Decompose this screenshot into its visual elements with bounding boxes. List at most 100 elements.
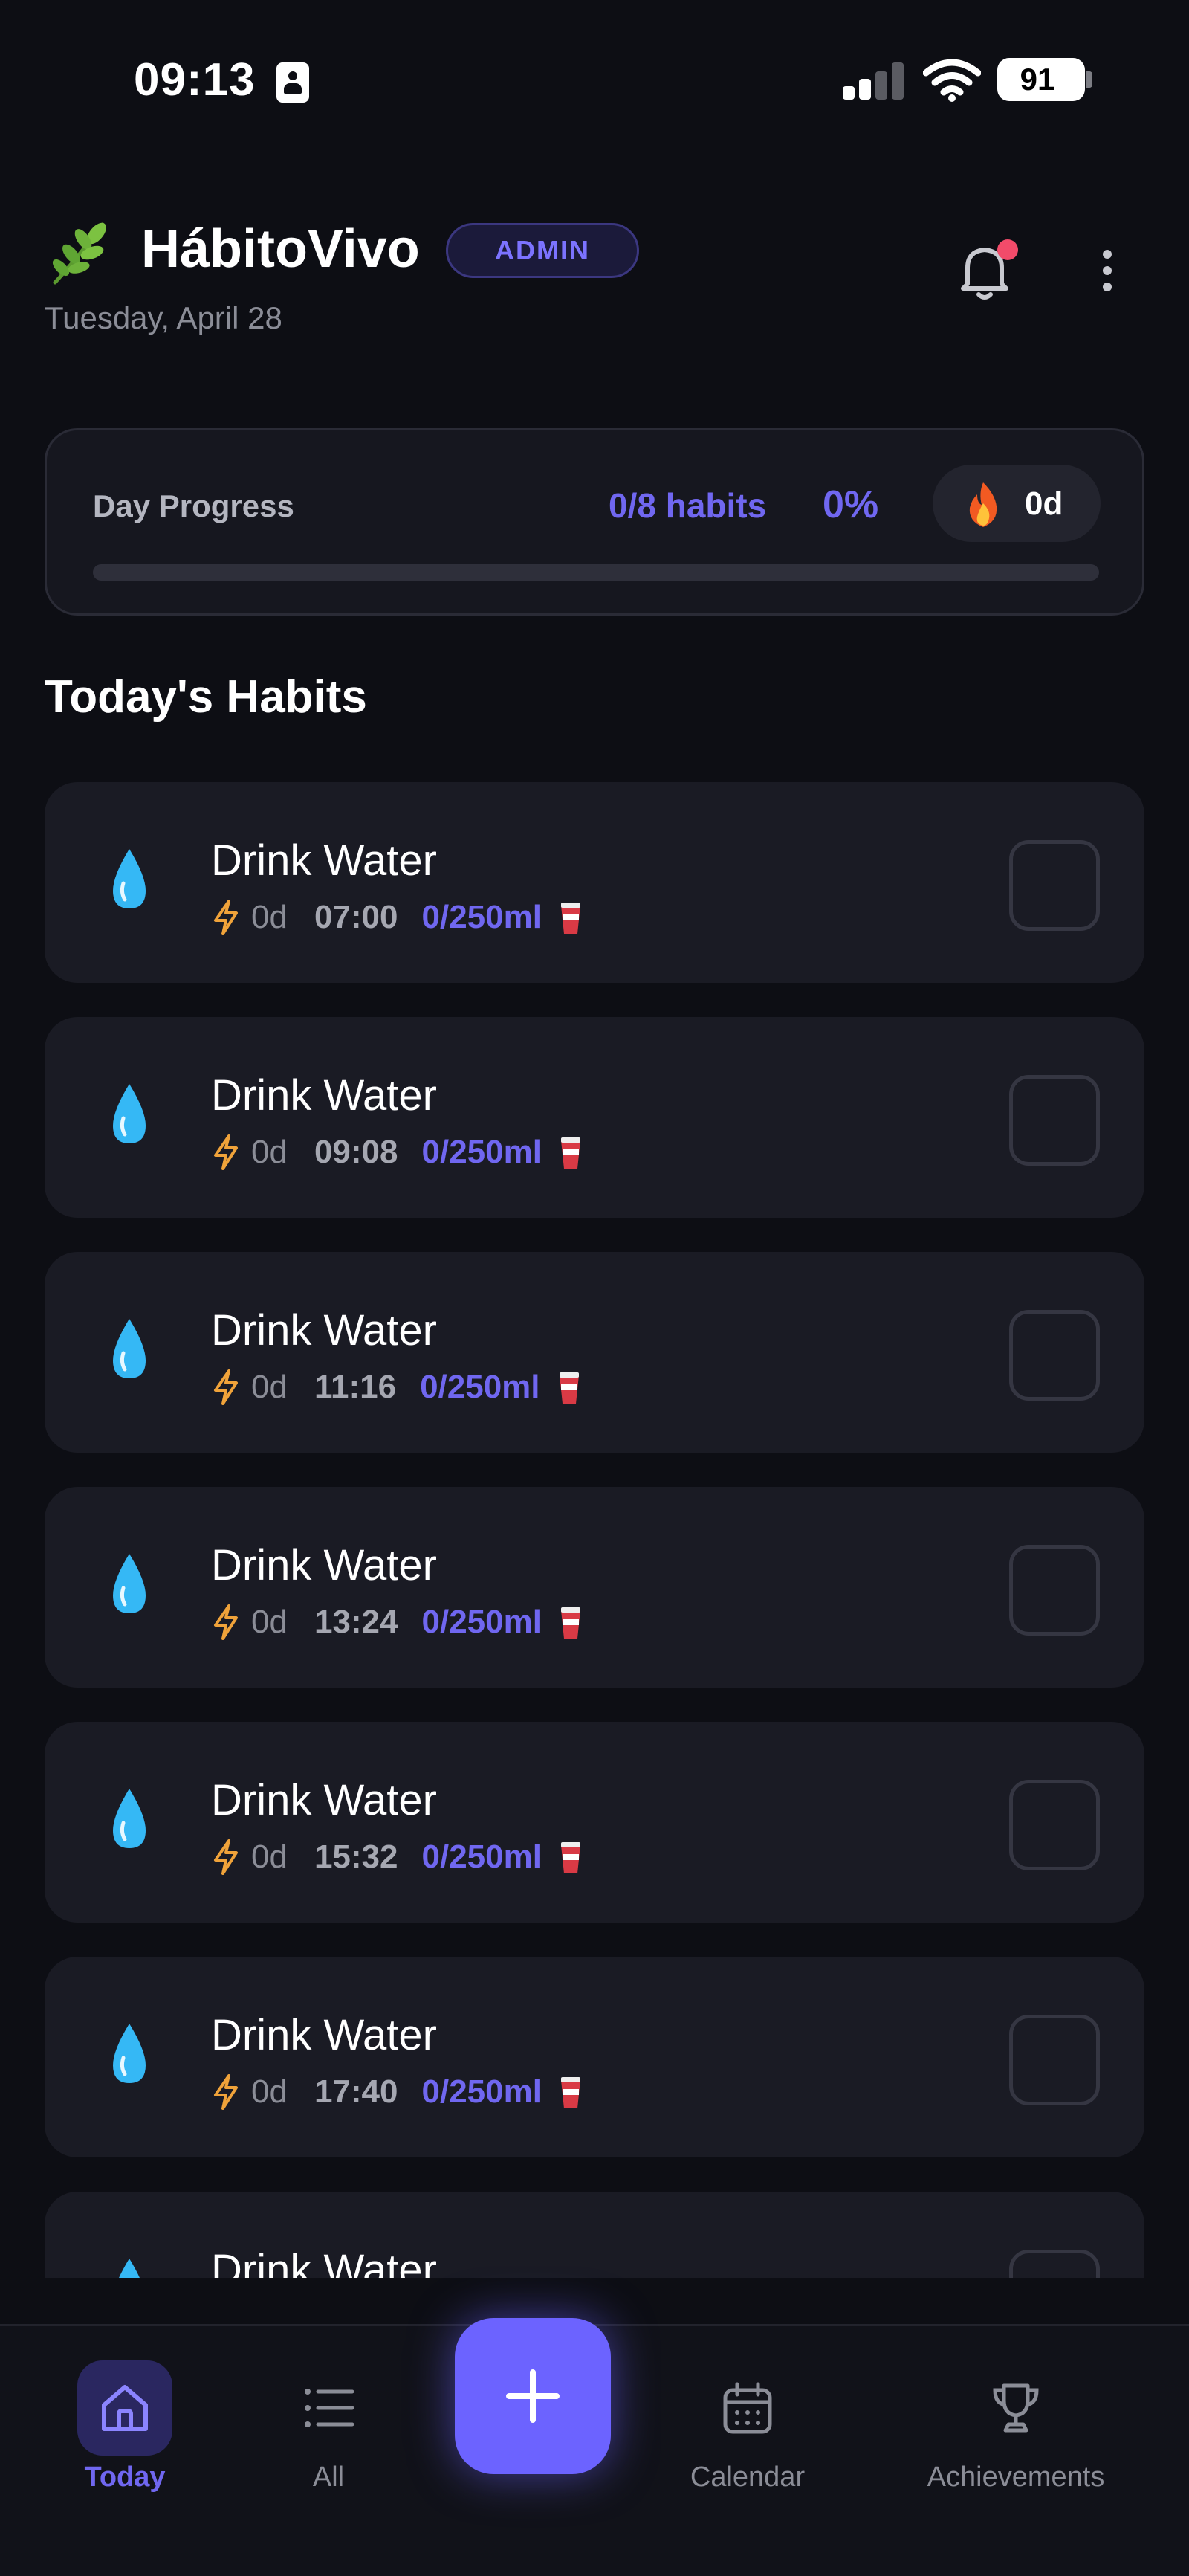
- habit-streak: 0d: [251, 899, 288, 935]
- habit-amount: 0/250ml: [421, 1134, 542, 1170]
- habit-name: Drink Water: [211, 1071, 437, 1120]
- admin-role-badge: ADMIN: [446, 223, 639, 278]
- habit-streak: 0d: [251, 2073, 288, 2110]
- status-bar: 09:13 91: [0, 0, 1189, 149]
- water-drop-icon: [107, 2256, 152, 2278]
- habit-checkbox[interactable]: [1009, 1545, 1100, 1636]
- nav-calendar[interactable]: Calendar: [666, 2326, 829, 2497]
- habit-streak: 0d: [251, 1839, 288, 1875]
- battery-level: 91: [1020, 62, 1055, 97]
- fire-icon: [969, 482, 997, 527]
- habit-meta: 0d 07:00 0/250ml: [211, 895, 583, 940]
- habit-streak: 0d: [251, 1134, 288, 1170]
- water-drop-icon: [107, 846, 152, 913]
- habit-checkbox[interactable]: [1009, 2015, 1100, 2105]
- habit-streak: 0d: [251, 1604, 288, 1640]
- habit-name: Drink Water: [211, 1776, 437, 1824]
- nav-achievements[interactable]: Achievements: [893, 2326, 1138, 2497]
- contact-card-icon: [276, 62, 309, 103]
- herb-leaf-icon: [52, 222, 106, 285]
- home-icon: [102, 2385, 148, 2431]
- notification-dot: [997, 239, 1018, 260]
- habit-card[interactable]: Drink Water 0d 13:24 0/250ml: [45, 1487, 1144, 1688]
- nav-today-icon-wrap: [77, 2360, 172, 2456]
- more-vertical-icon[interactable]: [1092, 245, 1122, 305]
- habit-name: Drink Water: [211, 1541, 437, 1589]
- wifi-icon: [923, 59, 981, 102]
- progress-percent: 0%: [823, 483, 879, 526]
- habit-time: 11:16: [314, 1369, 397, 1405]
- cup-drink-icon: [558, 900, 583, 935]
- habit-checkbox[interactable]: [1009, 1780, 1100, 1870]
- habit-card[interactable]: Drink Water 0d 15:32 0/250ml: [45, 1722, 1144, 1923]
- habit-meta: 0d 09:08 0/250ml: [211, 1130, 583, 1175]
- cup-drink-icon: [558, 1134, 583, 1170]
- habit-card[interactable]: Drink Water 0d 07:00 0/250ml: [45, 782, 1144, 983]
- habit-checkbox[interactable]: [1009, 2250, 1100, 2278]
- cup-drink-icon: [558, 1604, 583, 1640]
- day-progress-card: Day Progress 0/8 habits 0% 0d: [45, 428, 1144, 616]
- battery-indicator: 91: [997, 58, 1085, 101]
- water-drop-icon: [107, 1081, 152, 1148]
- habit-checkbox[interactable]: [1009, 1310, 1100, 1401]
- water-drop-icon: [107, 1316, 152, 1383]
- habit-amount: 0/250ml: [421, 899, 542, 935]
- habit-time: 15:32: [314, 1839, 398, 1875]
- habit-streak: 0d: [251, 1369, 288, 1405]
- cup-drink-icon: [557, 1369, 582, 1405]
- nav-all[interactable]: All: [247, 2326, 410, 2497]
- habit-card[interactable]: Drink Water 0d 11:16 0/250ml: [45, 1252, 1144, 1453]
- habits-completed-count: 0/8 habits: [609, 486, 767, 525]
- habit-amount: 0/250ml: [421, 2073, 542, 2110]
- water-drop-icon: [107, 2021, 152, 2088]
- nav-today-label: Today: [84, 2462, 166, 2493]
- habit-time: 13:24: [314, 1604, 398, 1640]
- habit-name: Drink Water: [211, 836, 437, 885]
- habit-amount: 0/250ml: [420, 1369, 540, 1405]
- cup-drink-icon: [558, 2074, 583, 2110]
- lightning-bolt-icon: [211, 900, 241, 935]
- lightning-bolt-icon: [211, 1134, 241, 1170]
- lightning-bolt-icon: [211, 1839, 241, 1875]
- app-header: HábitoVivo ADMIN Tuesday, April 28: [45, 208, 1144, 357]
- calendar-icon: [723, 2382, 772, 2434]
- habit-name: Drink Water: [211, 1306, 437, 1355]
- habit-card[interactable]: Drink Water 0d 09:08 0/250ml: [45, 1017, 1144, 1218]
- cellular-signal-icon: [843, 62, 905, 100]
- water-drop-icon: [107, 1551, 152, 1618]
- section-title: Today's Habits: [45, 671, 367, 723]
- add-habit-button[interactable]: [455, 2318, 611, 2474]
- habit-checkbox[interactable]: [1009, 840, 1100, 931]
- habit-card[interactable]: Drink Water 0d 17:40 0/250ml: [45, 1957, 1144, 2157]
- nav-achievements-icon-wrap: [968, 2360, 1063, 2456]
- status-time: 09:13: [134, 54, 256, 106]
- habit-amount: 0/250ml: [421, 1839, 542, 1875]
- habit-checkbox[interactable]: [1009, 1075, 1100, 1166]
- habit-name: Drink Water: [211, 2011, 437, 2059]
- habit-meta: 0d 13:24 0/250ml: [211, 1600, 583, 1644]
- cup-drink-icon: [558, 1839, 583, 1875]
- habit-card[interactable]: Drink Water: [45, 2192, 1144, 2278]
- water-drop-icon: [107, 1786, 152, 1853]
- habit-meta: 0d 17:40 0/250ml: [211, 2070, 583, 2114]
- streak-pill: 0d: [933, 465, 1101, 542]
- habit-time: 17:40: [314, 2073, 398, 2110]
- nav-achievements-label: Achievements: [927, 2462, 1105, 2493]
- habit-name: Drink Water: [211, 2246, 437, 2278]
- current-date: Tuesday, April 28: [45, 300, 282, 335]
- lightning-bolt-icon: [211, 1369, 241, 1405]
- nav-calendar-label: Calendar: [690, 2462, 806, 2493]
- plus-icon: [506, 2369, 560, 2423]
- nav-all-label: All: [312, 2462, 345, 2493]
- habit-time: 09:08: [314, 1134, 398, 1170]
- nav-today[interactable]: Today: [43, 2326, 207, 2497]
- habit-time: 07:00: [314, 899, 398, 935]
- day-progress-label: Day Progress: [93, 488, 294, 523]
- habit-meta: 0d 15:32 0/250ml: [211, 1835, 583, 1879]
- habit-list[interactable]: Drink Water 0d 07:00 0/250ml Drink Water 0d 09…: [45, 782, 1144, 2278]
- list-icon: [305, 2389, 354, 2427]
- habit-meta: 0d 11:16 0/250ml: [211, 1365, 582, 1410]
- lightning-bolt-icon: [211, 1604, 241, 1640]
- trophy-icon: [993, 2383, 1039, 2433]
- app-screen: 09:13 91 HábitoVivo ADMIN Tuesday, April…: [0, 0, 1189, 2576]
